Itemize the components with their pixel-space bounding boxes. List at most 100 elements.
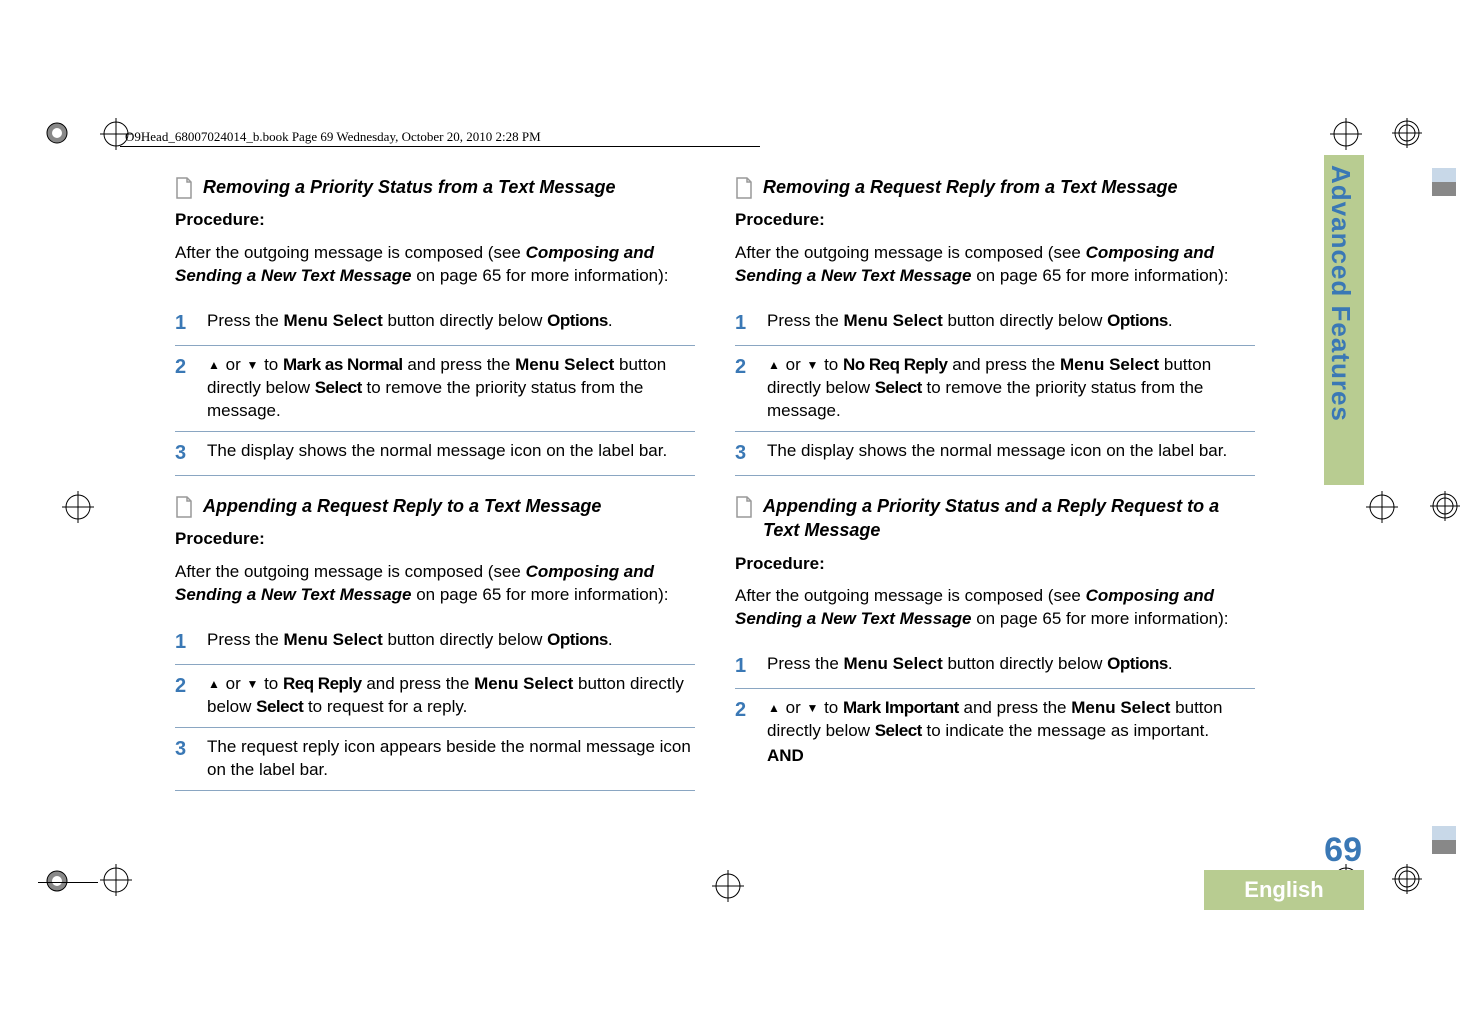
registration-mark-icon <box>100 118 132 150</box>
options-label: Options <box>547 630 608 649</box>
section-title: Removing a Priority Status from a Text M… <box>203 175 615 199</box>
side-tab-label: Advanced Features <box>1323 165 1358 422</box>
t: button directly below <box>383 630 547 649</box>
t: to indicate the message as important. <box>922 721 1209 740</box>
step-body: Press the Menu Select button directly be… <box>767 310 1255 337</box>
options-label: Options <box>547 311 608 330</box>
mark-important-label: Mark Important <box>843 698 959 717</box>
t: button directly below <box>943 654 1107 673</box>
menu-select: Menu Select <box>1060 355 1159 374</box>
step-row: 1 Press the Menu Select button directly … <box>175 621 695 665</box>
procedure-label: Procedure: <box>735 209 1255 232</box>
document-icon <box>735 496 753 518</box>
intro-prefix: After the outgoing message is composed (… <box>735 243 1086 262</box>
menu-select: Menu Select <box>844 654 943 673</box>
up-arrow-icon: ▲ <box>208 676 220 692</box>
step-row: 2 ▲ or ▼ to No Req Reply and press the M… <box>735 346 1255 432</box>
right-column: Removing a Request Reply from a Text Mes… <box>735 175 1255 791</box>
section-heading: Removing a Priority Status from a Text M… <box>175 175 695 199</box>
section-heading: Removing a Request Reply from a Text Mes… <box>735 175 1255 199</box>
step-number: 2 <box>735 354 751 423</box>
printer-target-icon <box>1430 491 1460 521</box>
step-row: 2 ▲ or ▼ to Req Reply and press the Menu… <box>175 665 695 728</box>
color-bar-icon <box>1432 840 1456 854</box>
printer-target-icon <box>1392 118 1422 148</box>
mark-as-normal-label: Mark as Normal <box>283 355 403 374</box>
intro-text: After the outgoing message is composed (… <box>175 561 695 607</box>
step-body: ▲ or ▼ to Req Reply and press the Menu S… <box>207 673 695 719</box>
t: or <box>221 674 246 693</box>
up-arrow-icon: ▲ <box>208 357 220 373</box>
printer-target-icon <box>42 866 72 896</box>
step-number: 1 <box>735 653 751 680</box>
step-body: ▲ or ▼ to Mark Important and press the M… <box>767 697 1255 768</box>
step-number: 2 <box>175 354 191 423</box>
menu-select: Menu Select <box>474 674 573 693</box>
left-column: Removing a Priority Status from a Text M… <box>175 175 695 791</box>
steps-list: 1 Press the Menu Select button directly … <box>175 302 695 476</box>
printer-target-icon <box>1392 864 1422 894</box>
step-number: 2 <box>175 673 191 719</box>
step-body: The display shows the normal message ico… <box>767 440 1255 467</box>
color-bar-icon <box>1432 168 1456 182</box>
step-number: 1 <box>175 310 191 337</box>
steps-list: 1 Press the Menu Select button directly … <box>175 621 695 791</box>
no-req-reply-label: No Req Reply <box>843 355 948 374</box>
section-heading: Appending a Priority Status and a Reply … <box>735 494 1255 543</box>
menu-select: Menu Select <box>844 311 943 330</box>
step-row: 1 Press the Menu Select button directly … <box>175 302 695 346</box>
section-title: Appending a Priority Status and a Reply … <box>763 494 1255 543</box>
down-arrow-icon: ▼ <box>806 700 818 716</box>
procedure-label: Procedure: <box>175 528 695 551</box>
intro-suffix: on page 65 for more information): <box>972 266 1229 285</box>
document-icon <box>735 177 753 199</box>
registration-mark-icon <box>1366 491 1398 523</box>
section-title: Removing a Request Reply from a Text Mes… <box>763 175 1177 199</box>
and-label: AND <box>767 745 1255 768</box>
menu-select: Menu Select <box>1071 698 1170 717</box>
steps-list: 1 Press the Menu Select button directly … <box>735 645 1255 776</box>
document-icon <box>175 177 193 199</box>
t: to <box>259 674 283 693</box>
language-tab: English <box>1204 870 1364 910</box>
t: Press the <box>207 630 284 649</box>
t: to request for a reply. <box>303 697 467 716</box>
t: Press the <box>207 311 284 330</box>
intro-prefix: After the outgoing message is composed (… <box>735 586 1086 605</box>
up-arrow-icon: ▲ <box>768 357 780 373</box>
t: . <box>608 311 613 330</box>
req-reply-label: Req Reply <box>283 674 362 693</box>
step-number: 3 <box>175 736 191 782</box>
t: or <box>221 355 246 374</box>
down-arrow-icon: ▼ <box>246 676 258 692</box>
intro-text: After the outgoing message is composed (… <box>735 585 1255 631</box>
t: . <box>1168 654 1173 673</box>
step-body: Press the Menu Select button directly be… <box>207 629 695 656</box>
select-label: Select <box>256 697 303 716</box>
intro-suffix: on page 65 for more information): <box>972 609 1229 628</box>
step-row: 1 Press the Menu Select button directly … <box>735 302 1255 346</box>
step-body: The request reply icon appears beside th… <box>207 736 695 782</box>
step-row: 3 The request reply icon appears beside … <box>175 728 695 791</box>
intro-suffix: on page 65 for more information): <box>412 266 669 285</box>
gutter-mark-icon <box>712 870 744 902</box>
step-row: 3 The display shows the normal message i… <box>735 432 1255 476</box>
down-arrow-icon: ▼ <box>806 357 818 373</box>
step-row: 2 ▲ or ▼ to Mark Important and press the… <box>735 689 1255 776</box>
color-bar-icon <box>1432 826 1456 840</box>
menu-select: Menu Select <box>515 355 614 374</box>
crop-line-icon <box>38 882 98 883</box>
options-label: Options <box>1107 311 1168 330</box>
down-arrow-icon: ▼ <box>246 357 258 373</box>
menu-select: Menu Select <box>284 630 383 649</box>
registration-mark-icon <box>100 864 132 896</box>
select-label: Select <box>875 721 922 740</box>
up-arrow-icon: ▲ <box>768 700 780 716</box>
t: and press the <box>959 698 1071 717</box>
step-row: 3 The display shows the normal message i… <box>175 432 695 476</box>
header-rule <box>120 146 760 147</box>
t: to <box>259 355 283 374</box>
color-bar-icon <box>1432 182 1456 196</box>
step-number: 3 <box>735 440 751 467</box>
printer-target-icon <box>42 118 72 148</box>
